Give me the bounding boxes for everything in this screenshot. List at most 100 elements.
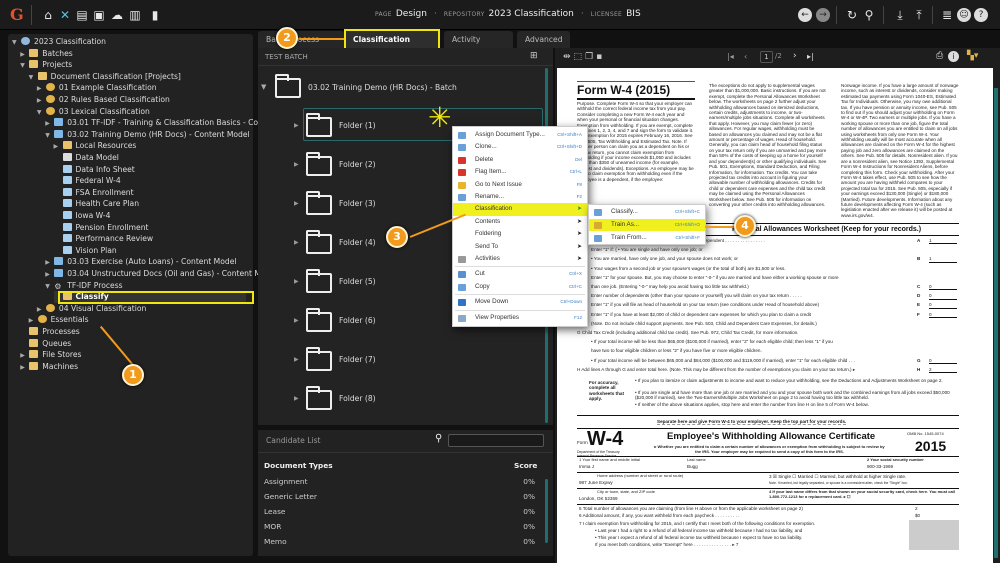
ssn-field[interactable]: 900-33-1969 bbox=[867, 464, 893, 469]
submenu-item[interactable]: Train From... Ctrl+Shift+F bbox=[589, 232, 705, 245]
batch-label[interactable]: 03.02 Training Demo (HR Docs) - Batch bbox=[308, 83, 457, 92]
tree-item[interactable]: ▶ Batches bbox=[20, 48, 73, 60]
menu-item[interactable]: Send To ➤ bbox=[453, 241, 587, 254]
download-icon[interactable]: ⤓ bbox=[893, 8, 907, 22]
layout-icon[interactable]: ▚▾ bbox=[967, 51, 978, 61]
menu-item[interactable]: Contents ➤ bbox=[453, 216, 587, 229]
tree-item[interactable]: ▼ Document Classification [Projects] bbox=[29, 71, 181, 83]
tree-item[interactable]: ▼ 03.02 Training Demo (HR Docs) - Content… bbox=[45, 129, 250, 141]
tree-item[interactable]: ▶ 02 Rules Based Classification bbox=[37, 94, 170, 106]
table-row[interactable]: Assignment 0% bbox=[258, 477, 543, 489]
column-header-document-types[interactable]: Document Types bbox=[264, 461, 333, 470]
last-name-field[interactable]: Bugg bbox=[687, 464, 698, 469]
menu-item[interactable]: Activities ➤ bbox=[453, 253, 587, 266]
pages-icon[interactable]: ❐ bbox=[585, 52, 596, 62]
info-icon[interactable]: i bbox=[948, 51, 959, 62]
image-icon[interactable]: ▪ bbox=[596, 52, 605, 62]
tree-item[interactable]: FSA Enrollment bbox=[54, 187, 134, 199]
tree-item[interactable]: Performance Review bbox=[54, 233, 153, 245]
refresh-icon[interactable]: ↻ bbox=[845, 8, 859, 22]
line-6-value[interactable]: $0 bbox=[915, 513, 920, 518]
menu-item[interactable]: Go to Next Issue F8 bbox=[453, 179, 587, 192]
column-header-score[interactable]: Score bbox=[514, 461, 537, 470]
menu-item[interactable]: Move Down Ctrl+Down bbox=[453, 296, 587, 309]
first-name-field[interactable]: Imma J bbox=[579, 464, 594, 469]
line-value[interactable]: 1 bbox=[929, 238, 957, 245]
menu-item[interactable]: Delete Del bbox=[453, 154, 587, 167]
prev-page-icon[interactable]: ‹ bbox=[744, 52, 747, 61]
menu-item[interactable]: Clone... Ctrl+Shift+D bbox=[453, 141, 587, 154]
tree-item[interactable]: ▶ 03.04 Unstructured Docs (Oil and Gas) -… bbox=[45, 268, 277, 280]
submenu-item[interactable]: Classify... Ctrl+Shift+C bbox=[589, 206, 705, 219]
folder-label[interactable]: Folder (8) bbox=[339, 394, 376, 403]
bar-chart-icon[interactable]: ▮ bbox=[148, 8, 162, 22]
tree-item[interactable]: ▼ Projects bbox=[20, 59, 72, 71]
tree-item[interactable]: Processes bbox=[20, 326, 80, 338]
expand-arrow-icon[interactable]: ▶ bbox=[294, 161, 299, 168]
menu-item[interactable]: Foldering ➤ bbox=[453, 228, 587, 241]
line-value[interactable]: 0 bbox=[929, 302, 957, 309]
home-icon[interactable]: ⌂ bbox=[41, 8, 55, 22]
search-icon[interactable]: ⚲ bbox=[435, 433, 442, 444]
print-icon[interactable]: ⎙ bbox=[936, 51, 943, 61]
scrollbar[interactable] bbox=[994, 88, 998, 558]
tree-item[interactable]: ▼ ⚙ TF-IDF Process bbox=[45, 280, 122, 292]
menu-item[interactable]: View Properties F12 bbox=[453, 312, 587, 325]
tree-item[interactable]: Data Info Sheet bbox=[54, 164, 135, 176]
line-5-value[interactable]: 2 bbox=[915, 506, 918, 511]
document-play-icon[interactable]: ▣ bbox=[92, 8, 106, 22]
menu-item[interactable]: Flag Item... Ctrl+L bbox=[453, 166, 587, 179]
fit-width-icon[interactable]: ⇹ bbox=[563, 52, 574, 62]
expand-arrow-icon[interactable]: ▶ bbox=[294, 356, 299, 363]
table-row[interactable]: Lease 0% bbox=[258, 507, 543, 519]
lock-document-icon[interactable]: ▥ bbox=[128, 8, 142, 22]
search-icon[interactable]: ⚲ bbox=[862, 8, 876, 22]
cloud-upload-icon[interactable]: ☁ bbox=[110, 8, 124, 22]
folder-label[interactable]: Folder (2) bbox=[339, 160, 376, 169]
tree-item[interactable]: Queues bbox=[20, 338, 71, 350]
tree-item[interactable]: Pension Enrollment bbox=[54, 222, 149, 234]
table-row[interactable]: MOR 0% bbox=[258, 522, 543, 534]
expand-arrow-icon[interactable]: ▶ bbox=[294, 200, 299, 207]
candidate-search-input[interactable] bbox=[448, 434, 544, 447]
address-field[interactable]: 987 June Expwy bbox=[579, 480, 613, 485]
submenu-item[interactable]: Train As... Ctrl+Shift+O bbox=[589, 218, 705, 232]
tree-item[interactable]: ▶ 03.03 Exercise (Auto Loans) - Content M… bbox=[45, 256, 236, 268]
line-value[interactable]: 2 bbox=[929, 367, 957, 374]
expand-arrow-icon[interactable]: ▶ bbox=[294, 317, 299, 324]
line-value[interactable]: 0 bbox=[929, 358, 957, 364]
line-value[interactable]: 0 bbox=[929, 284, 957, 291]
table-row[interactable]: Memo 0% bbox=[258, 537, 543, 549]
expand-arrow-icon[interactable]: ▼ bbox=[261, 83, 266, 91]
database-icon[interactable]: ≣ bbox=[940, 8, 954, 22]
help-icon[interactable]: ? bbox=[974, 8, 988, 22]
folder-label[interactable]: Folder (4) bbox=[339, 238, 376, 247]
last-page-icon[interactable]: ▸| bbox=[807, 52, 814, 61]
scrollbar[interactable] bbox=[545, 479, 548, 543]
tree-item[interactable]: Iowa W-4 bbox=[54, 210, 110, 222]
menu-item[interactable]: Assign Document Type... Ctrl+Shift+A bbox=[453, 129, 587, 142]
upload-icon[interactable]: ⤒ bbox=[912, 8, 926, 22]
tree-item[interactable]: ▶ 01 Example Classification bbox=[37, 82, 157, 94]
folder-label[interactable]: Folder (5) bbox=[339, 277, 376, 286]
fit-page-icon[interactable]: ⬚ bbox=[574, 52, 586, 62]
tree-item[interactable]: Vision Plan bbox=[54, 245, 117, 257]
next-page-icon[interactable]: › bbox=[793, 51, 797, 61]
tree-item[interactable]: Federal W-4 bbox=[54, 175, 121, 187]
table-row[interactable]: Generic Letter 0% bbox=[258, 492, 543, 504]
forward-icon[interactable]: → bbox=[816, 8, 830, 22]
first-page-icon[interactable]: |◂ bbox=[727, 52, 734, 61]
tree-item[interactable]: ▶ Essentials bbox=[29, 314, 89, 326]
filing-status[interactable]: 3 ☒ Single ☐ Married ☐ Married, but with… bbox=[769, 474, 906, 479]
folder-label[interactable]: Folder (6) bbox=[339, 316, 376, 325]
tools-icon[interactable]: ✕ bbox=[58, 8, 72, 22]
tree-item[interactable]: ▶ Machines bbox=[20, 361, 78, 373]
folder-label[interactable]: Folder (3) bbox=[339, 199, 376, 208]
expand-arrow-icon[interactable]: ▶ bbox=[20, 362, 29, 374]
tree-item[interactable]: ▼ 03 Lexical Classification bbox=[37, 106, 150, 118]
logo[interactable]: G bbox=[10, 5, 24, 24]
tree-item[interactable]: Health Care Plan bbox=[54, 198, 139, 210]
tab-activity-tester[interactable]: Activity Tester bbox=[444, 31, 513, 61]
back-icon[interactable]: ← bbox=[798, 8, 812, 22]
tab-advanced[interactable]: Advanced bbox=[517, 31, 570, 48]
